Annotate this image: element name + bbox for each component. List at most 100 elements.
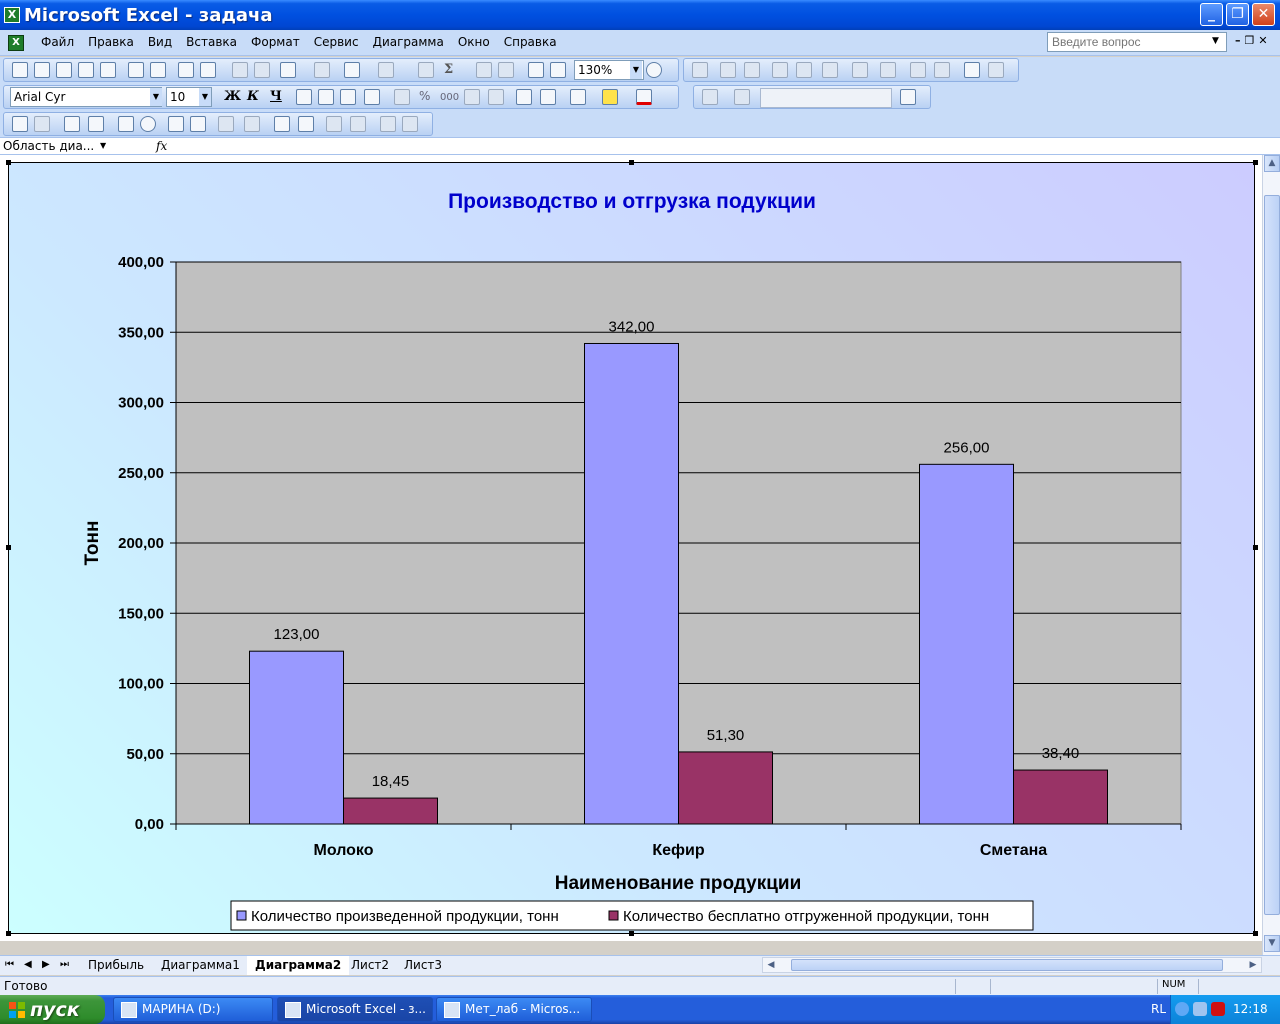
data-label[interactable]: 256,00	[944, 439, 990, 456]
x-tick-label[interactable]: Кефир	[652, 842, 705, 859]
email-icon[interactable]	[100, 62, 116, 78]
workbook-window-controls[interactable]: –❐✕	[1235, 34, 1272, 47]
control-properties-icon[interactable]	[326, 116, 342, 132]
increase-indent-icon[interactable]	[540, 89, 556, 105]
help-search-input[interactable]	[1047, 32, 1227, 52]
sort-asc-icon[interactable]	[476, 62, 492, 78]
tool-icon[interactable]	[734, 89, 750, 105]
print-icon[interactable]	[128, 62, 144, 78]
sheet-tab[interactable]: Лист3	[396, 956, 450, 975]
bar[interactable]	[249, 650, 344, 825]
scroll-up-icon[interactable]: ▲	[1264, 155, 1280, 172]
menu-item[interactable]: Файл	[34, 35, 81, 49]
menu-item[interactable]: Справка	[497, 35, 564, 49]
spinner-icon[interactable]	[298, 116, 314, 132]
y-tick-label[interactable]: 350,00	[118, 324, 164, 341]
borders-icon[interactable]	[570, 89, 586, 105]
list-box-icon[interactable]	[168, 116, 184, 132]
tool-icon[interactable]	[934, 62, 950, 78]
sheet-tab[interactable]: Диаграмма2	[247, 956, 350, 975]
combo-list-icon[interactable]	[218, 116, 234, 132]
decrease-decimal-icon[interactable]	[488, 89, 504, 105]
sheet-tab[interactable]: Лист2	[343, 956, 397, 975]
sort-desc-icon[interactable]	[498, 62, 514, 78]
drawing-icon[interactable]	[550, 62, 566, 78]
new-icon[interactable]	[12, 62, 28, 78]
copy-icon[interactable]	[254, 62, 270, 78]
italic-button[interactable]: К	[247, 89, 259, 104]
edit-code-icon[interactable]	[350, 116, 366, 132]
underline-button[interactable]: Ч	[270, 89, 282, 104]
selection-handle[interactable]	[1253, 160, 1258, 165]
data-label[interactable]: 18,45	[372, 773, 410, 790]
menu-item[interactable]: Сервис	[307, 35, 366, 49]
first-sheet-icon[interactable]: ⏮	[5, 959, 14, 970]
y-tick-label[interactable]: 100,00	[118, 676, 164, 693]
tray-arrow-icon[interactable]	[1175, 1002, 1189, 1016]
maximize-button[interactable]: ❐	[1226, 3, 1249, 26]
tool-icon[interactable]	[988, 62, 1004, 78]
data-label[interactable]: 342,00	[609, 318, 655, 335]
percent-button[interactable]: %	[419, 89, 430, 103]
align-center-icon[interactable]	[318, 89, 334, 105]
horizontal-scroll-thumb[interactable]	[791, 959, 1223, 971]
chart-area[interactable]: Производство и отгрузка подукции 0,00 50,0…	[8, 162, 1255, 934]
tool-icon[interactable]	[720, 62, 736, 78]
vertical-scroll-thumb[interactable]	[1264, 195, 1280, 915]
x-axis-title[interactable]: Наименование продукции	[555, 873, 802, 894]
scroll-left-icon[interactable]: ◀	[763, 958, 779, 972]
radio-icon[interactable]	[140, 116, 156, 132]
edit-box-icon[interactable]	[34, 116, 50, 132]
y-axis-title[interactable]: Тонн	[82, 521, 103, 566]
open-icon[interactable]	[34, 62, 50, 78]
font-name-select[interactable]: Arial Cyr	[10, 87, 162, 107]
name-box[interactable]: Область диа...	[0, 138, 150, 155]
chevron-down-icon[interactable]: ▼	[100, 141, 106, 150]
workbook-icon[interactable]: X	[8, 35, 24, 51]
x-tick-label[interactable]: Сметана	[980, 842, 1047, 859]
y-tick-label[interactable]: 250,00	[118, 465, 164, 482]
close-button[interactable]: ✕	[1252, 3, 1275, 26]
excel-app-icon[interactable]: X	[4, 7, 20, 23]
legend-swatch[interactable]	[608, 910, 619, 921]
align-left-icon[interactable]	[296, 89, 312, 105]
data-label[interactable]: 38,40	[1042, 745, 1080, 762]
data-label[interactable]: 51,30	[707, 727, 745, 744]
selection-handle[interactable]	[1253, 545, 1258, 550]
run-dialog-icon[interactable]	[402, 116, 418, 132]
selection-handle[interactable]	[6, 931, 11, 936]
menu-item[interactable]: Формат	[244, 35, 307, 49]
selection-handle[interactable]	[6, 545, 11, 550]
bold-button[interactable]: Ж	[224, 89, 241, 104]
y-tick-label[interactable]: 50,00	[126, 746, 164, 763]
language-indicator[interactable]: RL	[1151, 1002, 1166, 1016]
cut-icon[interactable]	[232, 62, 248, 78]
scroll-right-icon[interactable]: ▶	[1245, 958, 1261, 972]
chart-title[interactable]: Производство и отгрузка подукции	[448, 190, 816, 213]
tool-icon[interactable]	[852, 62, 868, 78]
y-tick-label[interactable]: 150,00	[118, 605, 164, 622]
undo-icon[interactable]	[344, 62, 360, 78]
selection-handle[interactable]	[629, 160, 634, 165]
menu-item[interactable]: Вставка	[179, 35, 244, 49]
help-icon[interactable]	[646, 62, 662, 78]
menu-item[interactable]: Окно	[451, 35, 497, 49]
menu-item[interactable]: Диаграмма	[366, 35, 451, 49]
sheet-tab[interactable]: Прибыль	[80, 956, 152, 975]
checkbox-icon[interactable]	[118, 116, 134, 132]
tool-icon[interactable]	[910, 62, 926, 78]
redo-icon[interactable]	[378, 62, 394, 78]
tool-icon[interactable]	[702, 89, 718, 105]
label-icon[interactable]	[12, 116, 28, 132]
button-icon[interactable]	[88, 116, 104, 132]
align-right-icon[interactable]	[340, 89, 356, 105]
network-icon[interactable]	[1193, 1002, 1207, 1016]
tool-icon[interactable]	[796, 62, 812, 78]
next-sheet-icon[interactable]: ▶	[42, 959, 50, 970]
format-painter-icon[interactable]	[314, 62, 330, 78]
currency-icon[interactable]	[394, 89, 410, 105]
tool-icon[interactable]	[822, 62, 838, 78]
tool-icon[interactable]	[964, 62, 980, 78]
scroll-bar-icon[interactable]	[274, 116, 290, 132]
y-tick-label[interactable]: 300,00	[118, 395, 164, 412]
